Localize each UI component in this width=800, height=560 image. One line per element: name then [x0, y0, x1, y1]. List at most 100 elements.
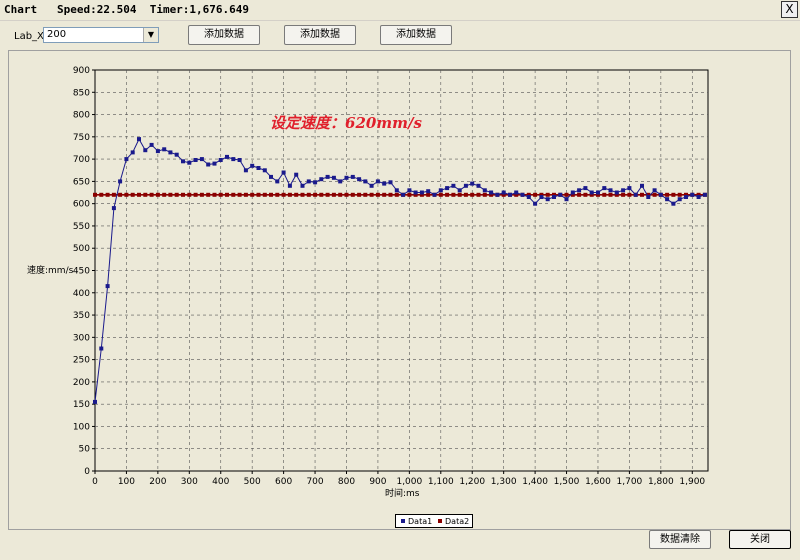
- data-point-data1: [419, 190, 424, 195]
- data-point-data2: [350, 192, 355, 197]
- data-point-data1: [105, 284, 110, 289]
- data-point-data1: [262, 168, 267, 173]
- legend: Data1 Data2: [395, 514, 473, 528]
- clear-data-button[interactable]: 数据清除: [649, 530, 711, 549]
- data-point-data1: [696, 195, 701, 199]
- data-point-data1: [256, 166, 261, 170]
- y-tick-label: 50: [79, 445, 91, 455]
- data-point-data1: [539, 195, 544, 199]
- data-point-data1: [199, 157, 204, 162]
- data-point-data2: [331, 192, 336, 197]
- x-tick-label: 1,500: [554, 477, 580, 487]
- data-point-data1: [350, 174, 355, 179]
- data-point-data2: [640, 192, 644, 197]
- x-tick-label: 1,900: [679, 477, 705, 487]
- data-point-data1: [684, 195, 688, 199]
- data-point-data1: [137, 137, 141, 142]
- close-button[interactable]: 关闭: [729, 530, 791, 549]
- data-point-data2: [162, 192, 167, 197]
- y-tick-label: 450: [73, 267, 90, 277]
- y-tick-label: 150: [73, 400, 90, 410]
- data-point-data1: [470, 181, 475, 186]
- y-tick-label: 700: [73, 155, 90, 165]
- y-tick-label: 0: [84, 467, 90, 477]
- data-point-data1: [231, 157, 236, 162]
- data-point-data2: [105, 192, 110, 197]
- data-point-data1: [413, 190, 418, 195]
- data-point-data1: [269, 174, 273, 179]
- data-point-data1: [155, 149, 160, 154]
- data-point-data2: [621, 192, 626, 197]
- data-point-data1: [281, 170, 286, 175]
- data-point-data2: [206, 192, 211, 197]
- data-point-data2: [118, 192, 123, 197]
- x-tick-label: 0: [92, 477, 98, 487]
- data-point-data1: [344, 175, 349, 180]
- data-point-data2: [99, 192, 104, 197]
- x-tick-label: 200: [149, 477, 166, 487]
- data-point-data1: [149, 142, 154, 147]
- data-point-data2: [438, 192, 443, 197]
- data-point-data2: [627, 192, 632, 197]
- data-point-data2: [168, 192, 173, 197]
- data-point-data2: [375, 192, 380, 197]
- data-point-data1: [596, 190, 600, 195]
- data-point-data2: [250, 192, 255, 197]
- y-tick-label: 850: [73, 88, 90, 98]
- data-point-data2: [463, 192, 468, 197]
- x-axis-label: 时间:ms: [385, 489, 420, 499]
- x-tick-label: 800: [338, 477, 355, 487]
- data-point-data2: [300, 192, 305, 197]
- data-point-data1: [633, 192, 638, 197]
- data-point-data2: [225, 192, 229, 197]
- x-tick-label: 1,600: [585, 477, 611, 487]
- data-point-data2: [357, 192, 362, 197]
- data-point-data1: [162, 147, 167, 152]
- data-point-data1: [306, 179, 311, 184]
- data-point-data1: [319, 177, 324, 182]
- data-point-data1: [218, 158, 223, 162]
- legend-marker-data1: [401, 519, 405, 523]
- data-point-data2: [130, 192, 135, 197]
- data-point-data1: [476, 183, 481, 188]
- x-tick-label: 1,100: [428, 477, 454, 487]
- chart-annotation: 设定速度：620mm/s: [270, 114, 422, 132]
- data-point-data1: [570, 190, 575, 195]
- data-point-data2: [275, 192, 280, 197]
- data-point-data1: [558, 192, 563, 197]
- data-point-data2: [281, 192, 286, 197]
- data-point-data2: [319, 192, 324, 197]
- y-tick-label: 600: [73, 200, 90, 210]
- data-point-data2: [382, 192, 387, 197]
- data-point-data2: [212, 192, 217, 197]
- data-point-data1: [621, 188, 626, 193]
- data-point-data1: [193, 158, 198, 162]
- data-point-data1: [388, 180, 393, 185]
- data-point-data1: [432, 192, 437, 197]
- y-tick-label: 350: [73, 311, 90, 321]
- data-point-data2: [199, 192, 204, 197]
- data-point-data1: [640, 183, 644, 188]
- data-point-data1: [250, 163, 255, 168]
- data-point-data1: [658, 192, 663, 197]
- data-point-data2: [608, 192, 613, 197]
- data-point-data1: [589, 190, 594, 195]
- data-point-data2: [677, 192, 682, 197]
- data-point-data1: [482, 188, 487, 193]
- data-point-data1: [275, 179, 280, 184]
- data-point-data2: [476, 192, 481, 197]
- data-point-data2: [93, 192, 97, 197]
- y-tick-label: 400: [73, 289, 90, 299]
- data-point-data1: [313, 180, 318, 185]
- data-point-data2: [269, 192, 273, 197]
- data-point-data2: [155, 192, 160, 197]
- y-tick-label: 200: [73, 378, 90, 388]
- x-tick-label: 1,300: [491, 477, 517, 487]
- data-point-data1: [533, 201, 538, 206]
- data-point-data1: [526, 195, 531, 199]
- data-point-data1: [577, 188, 582, 193]
- data-point-data1: [614, 190, 619, 195]
- data-point-data1: [407, 188, 412, 193]
- data-point-data1: [225, 154, 229, 159]
- data-point-data1: [438, 188, 443, 193]
